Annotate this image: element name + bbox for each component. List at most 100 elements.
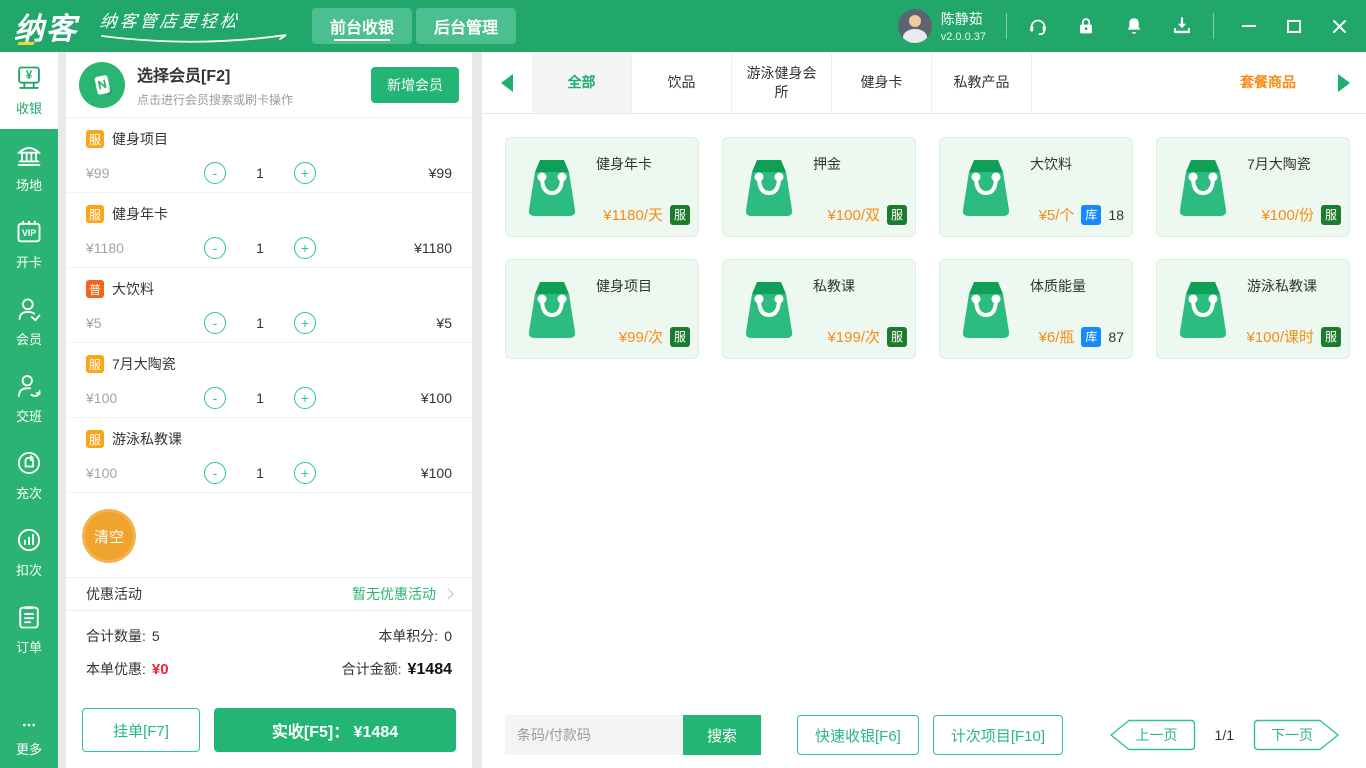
total-qty-value: 5 <box>152 628 160 644</box>
category-tab-package[interactable]: 套餐商品 <box>1214 52 1322 113</box>
hold-order-button[interactable]: 挂单[F7] <box>82 708 200 752</box>
product-price: ¥99/次 <box>619 326 663 347</box>
product-card[interactable]: 大饮料 ¥5/个库18 <box>939 137 1133 237</box>
recharge-icon <box>15 449 43 477</box>
sidebar-item-member[interactable]: 会员 <box>0 283 58 360</box>
sidebar-item-label: 收银 <box>16 98 42 117</box>
qty-minus-button[interactable]: - <box>204 162 226 184</box>
sidebar-item-label: 扣次 <box>16 560 42 579</box>
bell-icon[interactable] <box>1123 15 1145 37</box>
svg-text:¥: ¥ <box>26 69 33 82</box>
quick-cashier-button[interactable]: 快速收银[F6] <box>797 715 919 755</box>
sidebar-item-shift[interactable]: 交班 <box>0 360 58 437</box>
item-type-badge: 普 <box>86 280 104 298</box>
product-name: 健身年卡 <box>596 155 690 173</box>
catalog-bottom-bar: 搜索 快速收银[F6] 计次项目[F10] 上一页 1/1 下一页 <box>482 710 1366 768</box>
window-controls <box>1240 17 1348 35</box>
sidebar-item-orders[interactable]: 订单 <box>0 591 58 668</box>
service-icon[interactable] <box>1027 15 1049 37</box>
order-panel: 选择会员[F2] 点击进行会员搜索或刷卡操作 新增会员 服健身项目 ¥99 - … <box>66 52 472 768</box>
product-card[interactable]: 7月大陶瓷 ¥100/份服 <box>1156 137 1350 237</box>
total-qty-label: 合计数量: <box>86 626 146 646</box>
total-amount-value: ¥1484 <box>408 661 453 679</box>
cart-item: 服游泳私教课 ¥100 - 1 + ¥100 <box>66 418 472 493</box>
item-unit-price: ¥99 <box>86 165 204 181</box>
sidebar-item-more[interactable]: 更多 <box>0 706 58 768</box>
product-card[interactable]: 健身年卡 ¥1180/天服 <box>505 137 699 237</box>
product-name: 健身项目 <box>596 277 690 295</box>
item-qty: 1 <box>226 390 294 406</box>
avatar[interactable] <box>898 9 932 43</box>
product-price: ¥1180/天 <box>603 204 663 225</box>
product-card[interactable]: 体质能量 ¥6/瓶库87 <box>939 259 1133 359</box>
item-qty: 1 <box>226 465 294 481</box>
product-card[interactable]: 私教课 ¥199/次服 <box>722 259 916 359</box>
svg-text:VIP: VIP <box>22 228 36 238</box>
qty-plus-button[interactable]: + <box>294 237 316 259</box>
category-tab-swim-club[interactable]: 游泳健身会所 <box>732 52 832 113</box>
minimize-icon[interactable] <box>1240 17 1258 35</box>
qty-minus-button[interactable]: - <box>204 312 226 334</box>
checkout-button[interactable]: 实收[F5]： ¥1484 <box>214 708 456 752</box>
member-texts: 选择会员[F2] 点击进行会员搜索或刷卡操作 <box>137 62 293 108</box>
next-page-button[interactable]: 下一页 <box>1252 718 1342 752</box>
more-icon <box>15 717 43 733</box>
sidebar-item-cashier[interactable]: ¥ 收银 <box>0 52 58 129</box>
category-tab-private-training[interactable]: 私教产品 <box>932 52 1032 113</box>
sidebar-item-deduct[interactable]: 扣次 <box>0 514 58 591</box>
qty-plus-button[interactable]: + <box>294 312 316 334</box>
close-icon[interactable] <box>1330 17 1348 35</box>
product-card[interactable]: 游泳私教课 ¥100/课时服 <box>1156 259 1350 359</box>
topbar: 纳客 纳客管店更轻松 前台收银 后台管理 陈静茹 v2.0.0.37 <box>0 0 1366 52</box>
sidebar: ¥ 收银 场地 VIP 开卡 会员 交班 充次 扣次 <box>0 52 58 768</box>
item-name: 健身年卡 <box>112 204 168 224</box>
cart-item: 服7月大陶瓷 ¥100 - 1 + ¥100 <box>66 343 472 418</box>
qty-plus-button[interactable]: + <box>294 387 316 409</box>
lock-icon[interactable] <box>1075 15 1097 37</box>
app-logo: 纳客 <box>14 4 78 48</box>
next-page-label: 下一页 <box>1252 718 1342 752</box>
shift-icon <box>15 372 43 400</box>
tab-backend-admin[interactable]: 后台管理 <box>416 8 516 44</box>
barcode-input-wrap[interactable] <box>505 715 683 755</box>
category-tab-all[interactable]: 全部 <box>532 52 632 113</box>
product-grid: 健身年卡 ¥1180/天服 押金 ¥100/双服 大饮料 ¥5/个库18 7月大… <box>482 114 1366 710</box>
sidebar-item-vip-card[interactable]: VIP 开卡 <box>0 206 58 283</box>
count-item-button[interactable]: 计次项目[F10] <box>933 715 1063 755</box>
item-type-badge: 服 <box>86 355 104 373</box>
category-tab-gym-card[interactable]: 健身卡 <box>832 52 932 113</box>
download-icon[interactable] <box>1171 15 1193 37</box>
barcode-input[interactable] <box>513 727 698 743</box>
venue-icon <box>15 141 43 169</box>
qty-plus-button[interactable]: + <box>294 462 316 484</box>
orders-icon <box>15 603 43 631</box>
sidebar-item-venue[interactable]: 场地 <box>0 129 58 206</box>
prev-page-button[interactable]: 上一页 <box>1107 718 1197 752</box>
product-card[interactable]: 健身项目 ¥99/次服 <box>505 259 699 359</box>
item-unit-price: ¥5 <box>86 315 204 331</box>
cash-register-icon: ¥ <box>15 64 43 92</box>
qty-plus-button[interactable]: + <box>294 162 316 184</box>
category-scroll-left-button[interactable] <box>482 52 532 113</box>
shopping-bag-icon <box>740 278 798 342</box>
item-type-badge: 服 <box>86 430 104 448</box>
qty-minus-button[interactable]: - <box>204 462 226 484</box>
sidebar-item-recharge[interactable]: 充次 <box>0 437 58 514</box>
item-unit-price: ¥1180 <box>86 240 204 256</box>
member-select-subtitle: 点击进行会员搜索或刷卡操作 <box>137 91 293 108</box>
qty-minus-button[interactable]: - <box>204 237 226 259</box>
qty-minus-button[interactable]: - <box>204 387 226 409</box>
add-member-button[interactable]: 新增会员 <box>371 67 459 103</box>
topbar-right: 陈静茹 v2.0.0.37 <box>898 9 1348 43</box>
mode-tabs: 前台收银 后台管理 <box>312 8 516 44</box>
category-scroll-right-button[interactable] <box>1322 52 1366 113</box>
maximize-icon[interactable] <box>1285 17 1303 35</box>
clear-cart-button[interactable]: 清空 <box>82 509 136 563</box>
tab-front-cashier[interactable]: 前台收银 <box>312 8 412 44</box>
product-card[interactable]: 押金 ¥100/双服 <box>722 137 916 237</box>
promo-row[interactable]: 优惠活动 暂无优惠活动 <box>66 577 472 611</box>
member-select-area[interactable]: 选择会员[F2] 点击进行会员搜索或刷卡操作 新增会员 <box>66 52 472 118</box>
category-tab-drinks[interactable]: 饮品 <box>632 52 732 113</box>
product-price: ¥199/次 <box>827 326 880 347</box>
search-button[interactable]: 搜索 <box>683 715 761 755</box>
